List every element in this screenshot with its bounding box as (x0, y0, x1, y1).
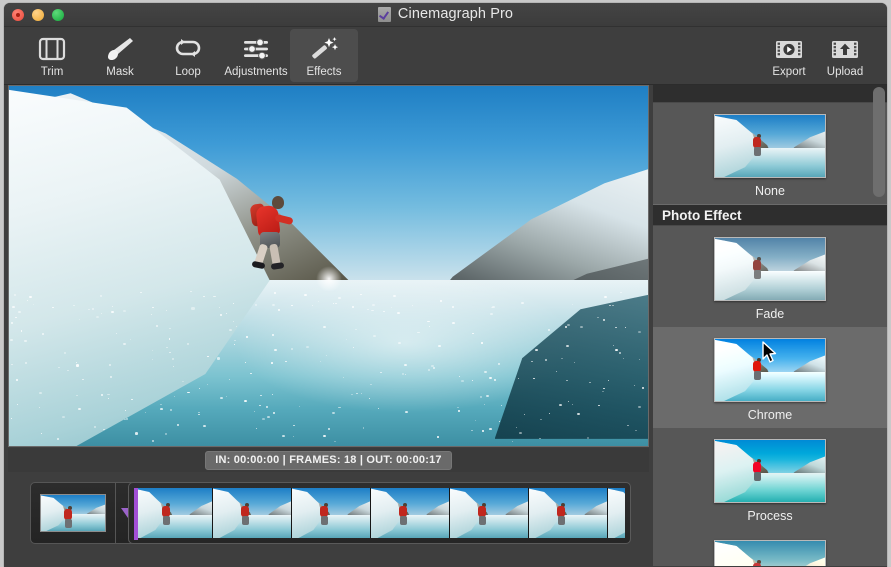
tool-loop-label: Loop (175, 66, 201, 79)
traffic-lights (12, 9, 64, 21)
app-body: IN: 00:00:00 | FRAMES: 18 | OUT: 00:00:1… (4, 85, 887, 566)
effect-thumbnail (714, 114, 826, 178)
effects-section-header: Photo Effect (653, 204, 887, 226)
mini-hiker (160, 503, 173, 527)
brush-icon (105, 34, 135, 64)
tool-effects[interactable]: Effects (290, 29, 358, 82)
lens-flare (316, 266, 342, 292)
export-button[interactable]: Export (761, 29, 817, 82)
sidebar-scrollbar[interactable] (873, 87, 885, 197)
mini-hiker (751, 134, 764, 158)
mini-glacier-snow (608, 488, 625, 538)
mini-hiker (397, 503, 410, 527)
effect-item-none[interactable]: None (653, 103, 887, 204)
film-upload-icon (829, 34, 861, 64)
app-window: Cinemagraph Pro Trim (4, 3, 887, 567)
minimize-button[interactable] (32, 9, 44, 21)
filmstrip-frame[interactable] (608, 488, 625, 538)
effect-label: Chrome (748, 408, 792, 422)
trim-icon (37, 34, 67, 64)
document-check-icon (378, 7, 391, 22)
filmstrip-frame[interactable] (371, 488, 450, 538)
timeline-bar (4, 474, 653, 566)
filmstrip-frame[interactable] (134, 488, 213, 538)
effect-thumbnail (714, 439, 826, 503)
mini-hiker (476, 503, 489, 527)
hiker-figure (249, 194, 291, 270)
timecode-status: IN: 00:00:00 | FRAMES: 18 | OUT: 00:00:1… (205, 451, 451, 470)
film-play-icon (773, 34, 805, 64)
filmstrip-track[interactable] (128, 482, 631, 544)
mini-hiker (239, 503, 252, 527)
preview-image (9, 86, 648, 446)
tool-adjustments-label: Adjustments (224, 66, 287, 79)
effect-item-fade[interactable]: Fade (653, 226, 887, 327)
effects-sidebar[interactable]: None Photo Effect Fade Chrome Process (653, 85, 887, 566)
tool-mask[interactable]: Mask (86, 29, 154, 82)
zoom-button[interactable] (52, 9, 64, 21)
poster-frame-thumbnail (40, 494, 106, 532)
effects-list: None Photo Effect Fade Chrome Process (653, 103, 887, 566)
effect-thumbnail (714, 237, 826, 301)
mini-hiker (751, 459, 764, 483)
tool-trim-label: Trim (41, 66, 64, 79)
title-center: Cinemagraph Pro (4, 6, 887, 22)
toolbar-left-group: Trim Mask (18, 29, 358, 82)
effect-label: Process (747, 509, 792, 523)
tool-mask-label: Mask (106, 66, 133, 79)
effect-item-process[interactable]: Process (653, 428, 887, 529)
status-strip: IN: 00:00:00 | FRAMES: 18 | OUT: 00:00:1… (8, 448, 649, 472)
effect-thumbnail (714, 540, 826, 566)
tool-effects-label: Effects (307, 66, 342, 79)
filmstrip-frame[interactable] (213, 488, 292, 538)
export-label: Export (772, 66, 805, 79)
effect-item-transfer[interactable] (653, 529, 887, 566)
sidebar-top-strip (653, 85, 887, 103)
effects-section-header-label: Photo Effect (662, 208, 742, 223)
video-preview[interactable] (8, 85, 649, 447)
filmstrip-frames (134, 488, 625, 538)
poster-frame-well[interactable] (30, 482, 116, 544)
tool-trim[interactable]: Trim (18, 29, 86, 82)
loop-icon (172, 34, 204, 64)
mini-hiker (751, 257, 764, 281)
filmstrip-frame[interactable] (292, 488, 371, 538)
sliders-icon (240, 34, 272, 64)
effect-label: None (755, 184, 785, 198)
upload-label: Upload (827, 66, 863, 79)
toolbar: Trim Mask (4, 27, 887, 85)
mini-hiker (751, 560, 764, 566)
window-title: Cinemagraph Pro (398, 6, 513, 22)
arrow-cursor (762, 341, 778, 365)
close-button[interactable] (12, 9, 24, 21)
title-bar: Cinemagraph Pro (4, 3, 887, 27)
tool-loop[interactable]: Loop (154, 29, 222, 82)
mini-hiker (555, 503, 568, 527)
playhead[interactable] (134, 488, 138, 540)
magic-wand-icon (309, 34, 339, 64)
toolbar-right-group: Export Upload (761, 29, 873, 82)
effect-label: Fade (756, 307, 785, 321)
filmstrip-frame[interactable] (450, 488, 529, 538)
filmstrip-frame[interactable] (529, 488, 608, 538)
upload-button[interactable]: Upload (817, 29, 873, 82)
mini-hiker (318, 503, 331, 527)
tool-adjustments[interactable]: Adjustments (222, 29, 290, 82)
